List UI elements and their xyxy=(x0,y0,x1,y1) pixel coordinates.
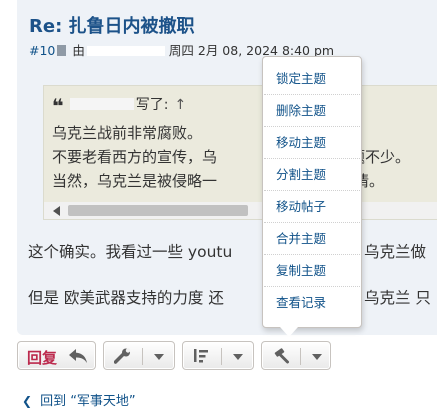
menu-item-merge-topic[interactable]: 合并主题 xyxy=(264,223,360,255)
sort-icon xyxy=(193,348,211,368)
quote-wrote-label: 写了: xyxy=(135,97,169,113)
menu-item-copy-topic[interactable]: 复制主题 xyxy=(264,255,360,287)
quote-scrollbar[interactable] xyxy=(44,202,437,219)
scroll-thumb[interactable] xyxy=(68,205,248,216)
quote-block: ❝ 写了: ↑ 乌克兰战前非常腐败。 不要老看西方的宣传，乌 题不少。 当然，乌克兰… xyxy=(43,85,437,220)
button-divider xyxy=(221,348,222,365)
chevron-down-icon xyxy=(233,354,243,360)
reply-arrow-icon xyxy=(68,348,88,368)
button-divider xyxy=(300,348,301,365)
back-link-label: 回到 “军事天地” xyxy=(40,394,136,409)
post-by-label: 由 xyxy=(72,43,85,58)
gavel-icon xyxy=(272,348,290,368)
button-divider xyxy=(142,348,143,365)
wrench-icon xyxy=(113,348,132,368)
post-body-line: 这个确实。我看过一些 youtu xyxy=(28,243,233,261)
menu-item-split-topic[interactable]: 分割主题 xyxy=(264,159,360,191)
quote-line: 乌克兰战前非常腐败。 xyxy=(52,124,203,142)
chevron-down-icon xyxy=(154,354,164,360)
back-to-forum-link[interactable]: ❮ 回到 “军事天地” xyxy=(22,390,136,409)
post-body-line: 乌克兰 只 xyxy=(364,289,431,307)
post-body-line: 乌克兰做 xyxy=(364,243,427,261)
menu-item-delete-topic[interactable]: 删除主题 xyxy=(264,95,360,127)
moderation-dropdown-menu: 锁定主题 删除主题 移动主题 分割主题 移动帖子 合并主题 复制主题 查看记录 xyxy=(262,56,362,328)
quote-line: 当然，乌克兰是被侵略一 xyxy=(52,172,218,190)
menu-item-view-logs[interactable]: 查看记录 xyxy=(264,287,360,319)
redacted-author xyxy=(86,46,165,56)
quote-header: ❝ 写了: ↑ xyxy=(52,94,186,118)
menu-item-move-posts[interactable]: 移动帖子 xyxy=(264,191,360,223)
chevron-down-icon xyxy=(312,354,322,360)
reply-button[interactable]: 回复 xyxy=(17,341,96,370)
redacted-quote-author xyxy=(69,98,134,110)
document-icon[interactable] xyxy=(57,45,67,56)
scroll-left-arrow-icon[interactable] xyxy=(53,206,60,216)
menu-item-lock-topic[interactable]: 锁定主题 xyxy=(264,63,360,95)
quote-jump-icon[interactable]: ↑ xyxy=(174,97,186,113)
post-body-line: 但是 欧美武器支持的力度 还 xyxy=(28,289,224,307)
chevron-left-icon: ❮ xyxy=(22,394,33,408)
menu-item-move-topic[interactable]: 移动主题 xyxy=(264,127,360,159)
reply-button-label: 回复 xyxy=(27,349,58,367)
post-number-link[interactable]: #10 xyxy=(29,43,55,58)
post-title[interactable]: Re: 扎鲁日内被撤职 xyxy=(29,12,195,38)
moderation-dropdown-button[interactable] xyxy=(261,341,331,370)
sort-dropdown-button[interactable] xyxy=(182,341,254,370)
quote-icon: ❝ xyxy=(52,94,64,118)
tools-dropdown-button[interactable] xyxy=(103,341,175,370)
dropdown-pointer xyxy=(280,327,298,337)
quote-line: 不要老看西方的宣传，乌 xyxy=(52,148,218,166)
